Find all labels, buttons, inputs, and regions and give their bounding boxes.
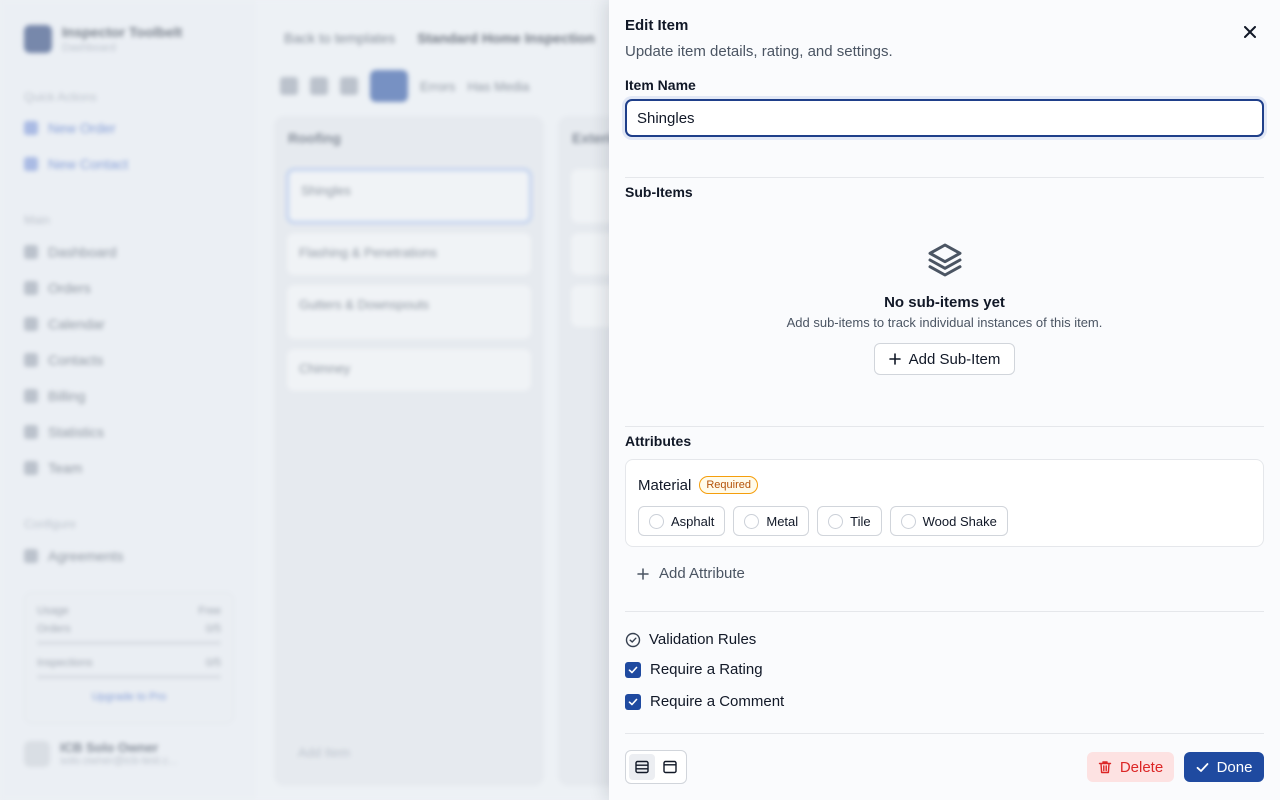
option-label: Wood Shake [922,513,997,529]
radio-button[interactable] [828,513,844,529]
add-sub-item-button[interactable]: Add Sub-Item [873,343,1016,375]
drawer-size-toggle [625,750,687,784]
empty-description: Add sub-items to track individual instan… [786,315,1103,330]
radio-button[interactable] [744,513,760,529]
option-asphalt[interactable]: Asphalt [638,506,726,536]
attribute-name: Material [638,476,692,494]
edit-item-drawer: Edit Item Update item details, rating, a… [609,0,1280,800]
drawer-subtitle: Update item details, rating, and setting… [625,43,893,60]
done-button[interactable]: Done [1184,752,1264,782]
radio-button[interactable] [649,513,664,529]
attribute-options: Asphalt Metal Tile Wood Shake [638,506,1251,536]
divider [625,177,1264,178]
add-attribute-button[interactable]: Add Attribute [637,565,745,582]
trash-icon [1098,761,1112,774]
divider [625,733,1264,734]
item-name-input[interactable] [625,99,1264,137]
done-label: Done [1216,758,1253,776]
delete-button[interactable]: Delete [1087,752,1174,782]
check-icon [628,666,638,673]
option-metal[interactable]: Metal [733,506,810,536]
sub-items-empty-state: No sub-items yet Add sub-items to track … [625,240,1264,375]
option-wood-shake[interactable]: Wood Shake [889,506,1008,536]
attributes-label: Attributes [625,433,692,449]
item-name-label: Item Name [625,77,696,93]
panel-icon [663,760,677,774]
require-comment-checkbox[interactable]: Require a Comment [625,693,784,710]
validation-rules-header: Validation Rules [625,631,756,648]
check-circle-icon [625,632,641,647]
layers-icon [928,243,961,277]
option-tile[interactable]: Tile [817,506,882,536]
compact-view-button[interactable] [629,754,655,780]
rows-icon [635,760,649,774]
checkbox-checked[interactable] [625,693,641,710]
drawer-title: Edit Item [625,17,689,34]
checkbox-label: Require a Rating [650,661,763,678]
checkbox-label: Require a Comment [650,693,785,710]
divider [625,611,1264,612]
empty-title: No sub-items yet [884,294,1005,311]
close-button[interactable] [1240,22,1260,42]
require-rating-checkbox[interactable]: Require a Rating [625,661,763,678]
option-label: Tile [850,513,871,529]
attribute-card: Material Required Asphalt Metal Tile Woo… [625,459,1264,547]
delete-label: Delete [1119,758,1164,776]
expanded-view-button[interactable] [657,754,683,780]
add-attribute-label: Add Attribute [659,565,745,582]
check-icon [628,698,638,705]
add-sub-item-label: Add Sub-Item [908,350,1001,368]
checkbox-checked[interactable] [625,661,641,678]
close-icon [1244,26,1256,38]
required-badge: Required [699,476,758,494]
option-label: Metal [766,513,799,529]
plus-icon [637,567,649,580]
radio-button[interactable] [900,513,916,529]
plus-icon [888,353,901,365]
validation-rules-label: Validation Rules [649,631,757,648]
option-label: Asphalt [671,513,715,529]
check-icon [1196,762,1208,772]
divider [625,426,1264,427]
sub-items-label: Sub-Items [625,184,693,200]
